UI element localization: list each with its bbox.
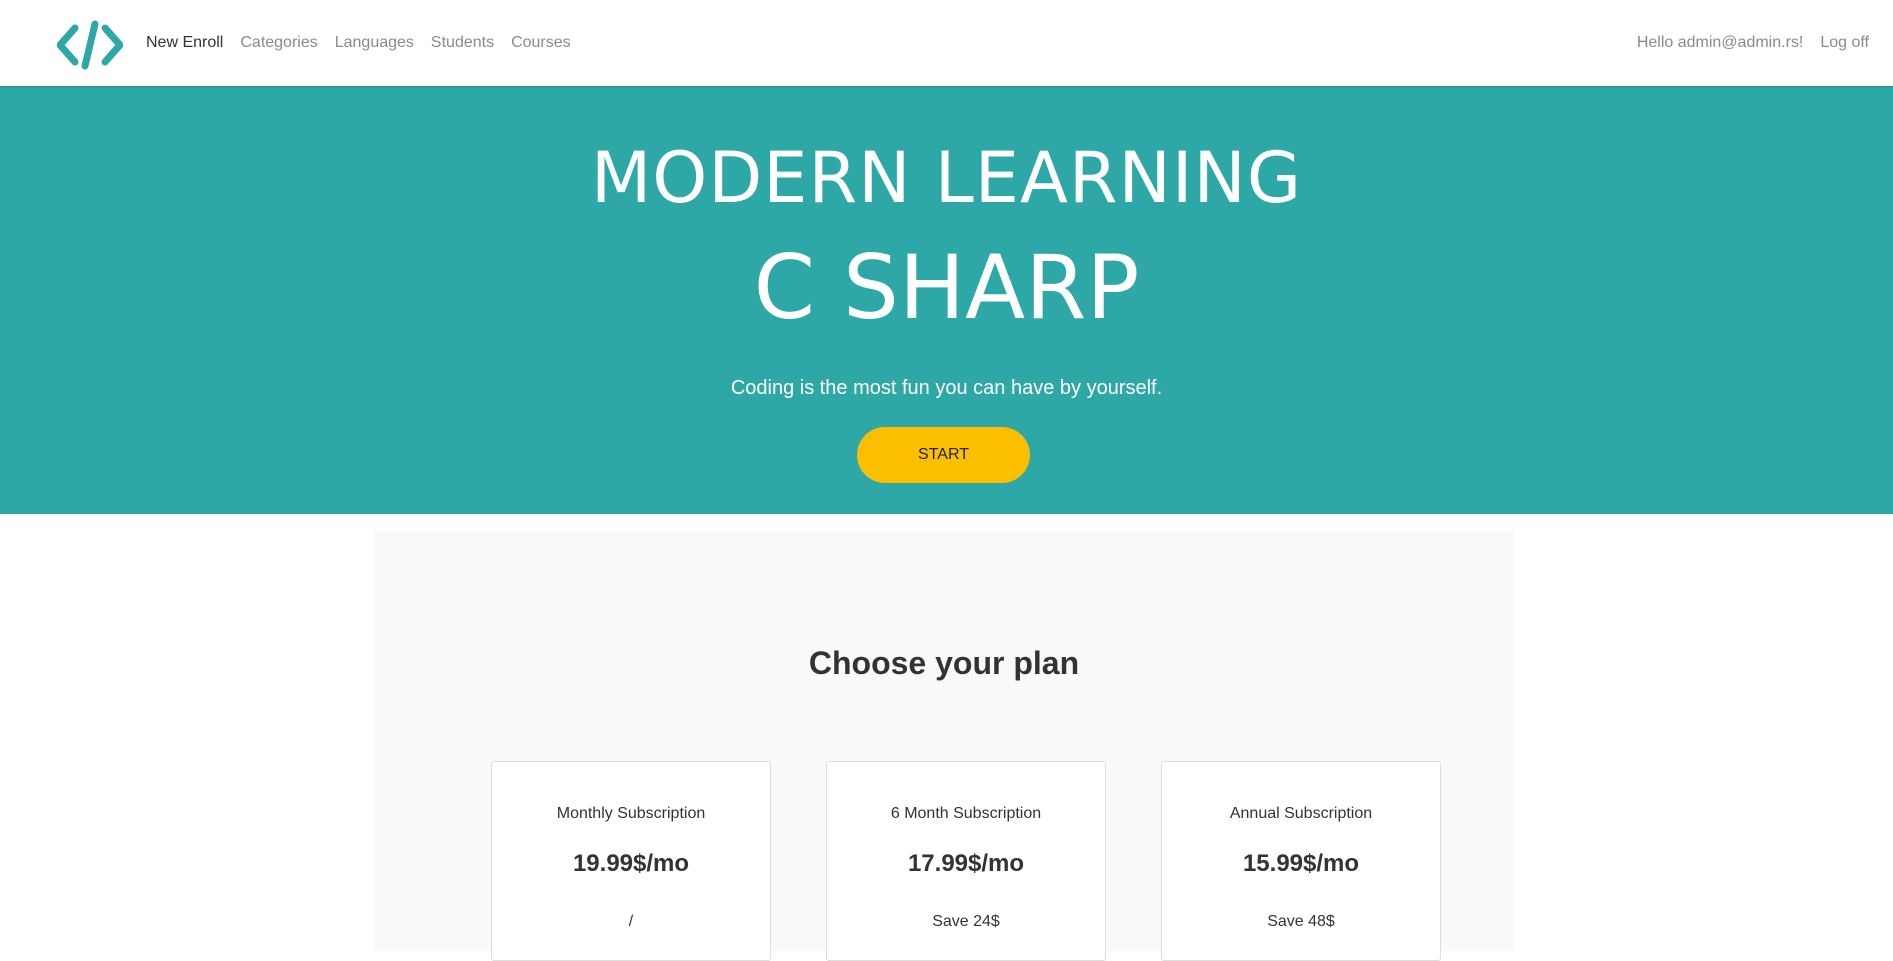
nav-languages[interactable]: Languages xyxy=(335,33,414,53)
nav-categories[interactable]: Categories xyxy=(240,33,317,53)
plan-card-monthly[interactable]: Monthly Subscription 19.99$/mo / xyxy=(491,761,771,961)
pricing-section: Choose your plan Monthly Subscription 19… xyxy=(374,531,1514,961)
plan-card-6-month[interactable]: 6 Month Subscription 17.99$/mo Save 24$ xyxy=(826,761,1106,961)
plan-savings: Save 48$ xyxy=(1267,913,1335,930)
user-nav: Hello admin@admin.rs! Log off xyxy=(1620,33,1869,53)
code-brackets-icon[interactable] xyxy=(57,20,123,70)
hero-banner: MODERN LEARNING C SHARP Coding is the mo… xyxy=(0,86,1893,514)
plan-card-annual[interactable]: Annual Subscription 15.99$/mo Save 48$ xyxy=(1161,761,1441,961)
plan-name: Monthly Subscription xyxy=(556,805,706,822)
start-button[interactable]: START xyxy=(857,427,1030,483)
top-navbar: New Enroll Categories Languages Students… xyxy=(0,0,1893,86)
logoff-link[interactable]: Log off xyxy=(1820,33,1869,53)
plan-price: 15.99$/mo xyxy=(1242,850,1360,877)
plan-price: 17.99$/mo xyxy=(907,850,1025,877)
hero-subtitle: C SHARP xyxy=(753,236,1140,339)
nav-new-enroll[interactable]: New Enroll xyxy=(146,33,223,53)
plan-price: 19.99$/mo xyxy=(572,850,690,877)
hero-tagline: Coding is the most fun you can have by y… xyxy=(730,377,1163,399)
plan-savings: Save 24$ xyxy=(932,913,1000,930)
nav-students[interactable]: Students xyxy=(431,33,494,53)
plan-savings: / xyxy=(628,913,634,930)
user-greeting-link[interactable]: Hello admin@admin.rs! xyxy=(1637,33,1804,53)
hero-title: MODERN LEARNING xyxy=(590,137,1303,219)
main-nav: New Enroll Categories Languages Students… xyxy=(146,33,588,53)
nav-courses[interactable]: Courses xyxy=(511,33,571,53)
plan-name: Annual Subscription xyxy=(1229,805,1373,822)
pricing-heading: Choose your plan xyxy=(808,645,1080,681)
plan-name: 6 Month Subscription xyxy=(890,805,1042,822)
